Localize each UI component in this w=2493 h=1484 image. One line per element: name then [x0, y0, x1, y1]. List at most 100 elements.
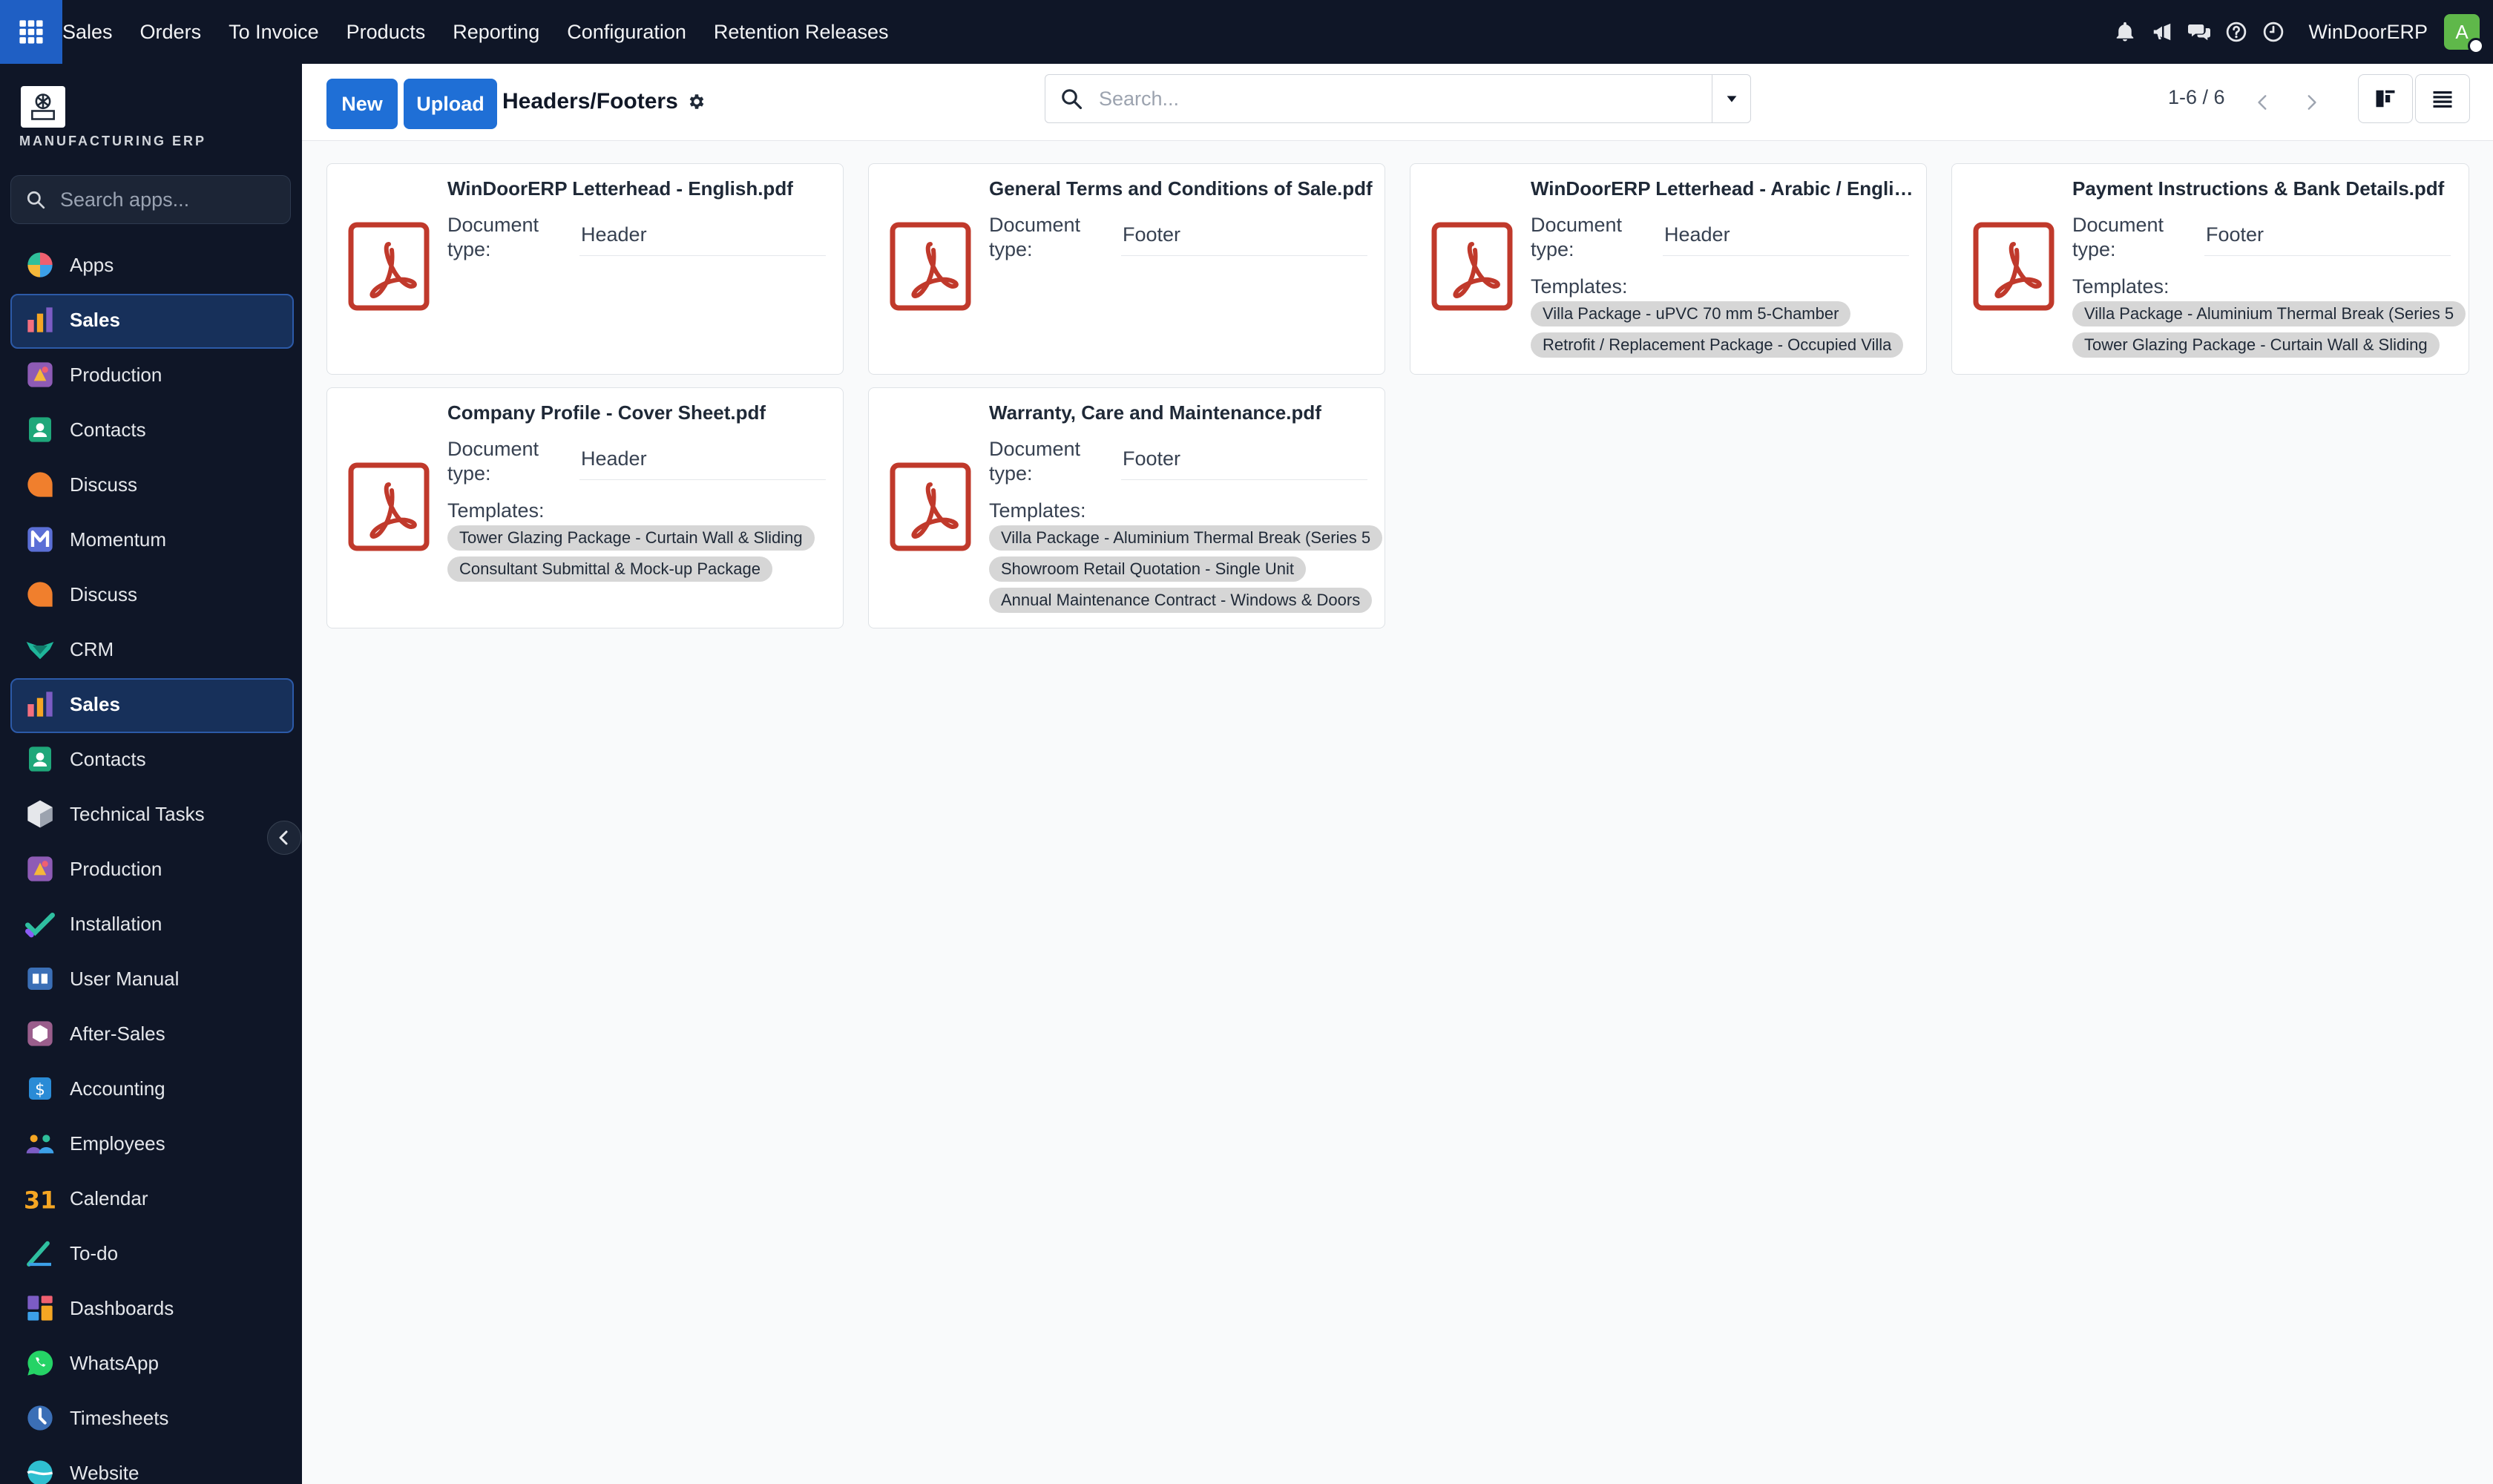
- label-line-1: Document: [1531, 214, 1623, 236]
- template-tag[interactable]: Villa Package - Aluminium Thermal Break …: [2072, 301, 2466, 326]
- label-line-1: Document: [989, 214, 1081, 236]
- website-icon: [25, 1458, 55, 1484]
- sidebar-item-production[interactable]: Production: [0, 347, 302, 402]
- pdf-file-icon: [1973, 222, 2054, 311]
- top-menu-retention-releases[interactable]: Retention Releases: [714, 21, 889, 44]
- user-avatar[interactable]: A: [2444, 14, 2484, 54]
- app-search[interactable]: [10, 175, 291, 224]
- kanban-card[interactable]: WinDoorERP Letterhead - Arabic / English…: [1410, 163, 1927, 375]
- sidebar-collapse-button[interactable]: [267, 821, 301, 855]
- kanban-card[interactable]: Warranty, Care and Maintenance.pdf Docum…: [868, 387, 1385, 628]
- sidebar-item-todo[interactable]: To-do: [0, 1226, 302, 1281]
- upload-button[interactable]: Upload: [404, 79, 497, 129]
- template-tag[interactable]: Retrofit / Replacement Package - Occupie…: [1531, 332, 1904, 358]
- company-logo: [21, 86, 65, 128]
- search-bar[interactable]: [1045, 74, 1751, 123]
- whatsapp-icon: [25, 1348, 55, 1378]
- sidebar-item-timesheets[interactable]: Timesheets: [0, 1391, 302, 1445]
- top-menu-orders[interactable]: Orders: [140, 21, 202, 44]
- pager-value[interactable]: 1-6 / 6: [2168, 86, 2225, 109]
- search-options-toggle[interactable]: [1712, 75, 1750, 122]
- kanban-view-button[interactable]: [2358, 74, 2413, 123]
- sidebar-item-employees[interactable]: Employees: [0, 1116, 302, 1171]
- templates-label: Templates:: [447, 499, 545, 522]
- chevron-right-icon: [2308, 95, 2316, 110]
- chevron-left-icon: [279, 830, 288, 845]
- template-tag[interactable]: Tower Glazing Package - Curtain Wall & S…: [2072, 332, 2440, 358]
- template-tag[interactable]: Consultant Submittal & Mock-up Package: [447, 556, 772, 582]
- technical-tasks-icon: [25, 799, 55, 829]
- kanban-card[interactable]: Company Profile - Cover Sheet.pdf Docume…: [326, 387, 844, 628]
- sidebar-item-label: Sales: [70, 692, 120, 715]
- app-menu: Apps Sales Production Contacts Discuss M…: [0, 237, 302, 1484]
- template-tags: Villa Package - Aluminium Thermal Break …: [2072, 301, 2469, 364]
- label-line-1: Document: [447, 438, 539, 460]
- company-switcher[interactable]: WinDoorERP: [2308, 21, 2428, 44]
- template-tags: Tower Glazing Package - Curtain Wall & S…: [447, 525, 843, 588]
- pdf-file-icon: [348, 222, 430, 311]
- sidebar-item-label: Calendar: [70, 1186, 148, 1209]
- chat-icon[interactable]: [2187, 19, 2212, 45]
- sidebar-item-label: Timesheets: [70, 1406, 169, 1429]
- label-line-2: type:: [989, 462, 1033, 485]
- document-type-value: Footer: [1121, 223, 1367, 256]
- sidebar-item-accounting[interactable]: $ Accounting: [0, 1061, 302, 1116]
- sidebar-item-user-manual[interactable]: User Manual: [0, 951, 302, 1006]
- card-title: WinDoorERP Letterhead - English.pdf: [447, 177, 793, 200]
- top-menu-products[interactable]: Products: [346, 21, 426, 44]
- label-line-1: Document: [2072, 214, 2164, 236]
- app-grid-button[interactable]: [0, 0, 62, 64]
- megaphone-icon[interactable]: [2149, 19, 2175, 45]
- sidebar-item-installation[interactable]: Installation: [0, 896, 302, 951]
- bell-icon[interactable]: [2112, 19, 2138, 45]
- sidebar-item-label: To-do: [70, 1241, 119, 1264]
- top-menu-reporting[interactable]: Reporting: [453, 21, 539, 44]
- help-icon[interactable]: [2224, 19, 2249, 45]
- pager-next-button[interactable]: [2290, 80, 2332, 125]
- sidebar-item-sales-2[interactable]: Sales: [0, 677, 302, 733]
- pager-previous-button[interactable]: [2242, 80, 2284, 125]
- templates-label: Templates:: [2072, 275, 2170, 298]
- sidebar-item-apps[interactable]: Apps: [0, 237, 302, 292]
- template-tag[interactable]: Villa Package - uPVC 70 mm 5-Chamber: [1531, 301, 1851, 326]
- top-menu-sales[interactable]: Sales: [62, 21, 113, 44]
- sidebar-item-after-sales[interactable]: After-Sales: [0, 1006, 302, 1061]
- kanban-icon: [2376, 90, 2395, 108]
- clock-icon[interactable]: [2261, 19, 2286, 45]
- app-search-input[interactable]: [60, 188, 283, 211]
- sidebar-item-production-2[interactable]: Production: [0, 841, 302, 896]
- template-tag[interactable]: Tower Glazing Package - Curtain Wall & S…: [447, 525, 815, 551]
- sidebar-item-whatsapp[interactable]: WhatsApp: [0, 1336, 302, 1391]
- list-view-button[interactable]: [2415, 74, 2470, 123]
- gear-icon[interactable]: [687, 92, 706, 111]
- sidebar-item-momentum[interactable]: Momentum: [0, 512, 302, 567]
- sidebar-item-discuss[interactable]: Discuss: [0, 457, 302, 512]
- kanban-card[interactable]: General Terms and Conditions of Sale.pdf…: [868, 163, 1385, 375]
- template-tag[interactable]: Showroom Retail Quotation - Single Unit: [989, 556, 1306, 582]
- list-icon: [2433, 91, 2452, 108]
- document-type-label: Document type:: [447, 213, 559, 262]
- top-menu-to-invoice[interactable]: To Invoice: [229, 21, 319, 44]
- sidebar-item-contacts-2[interactable]: Contacts: [0, 732, 302, 787]
- sidebar-item-sales[interactable]: Sales: [0, 292, 302, 349]
- document-type-value: Footer: [1121, 447, 1367, 480]
- sidebar-item-technical-tasks[interactable]: Technical Tasks: [0, 787, 302, 841]
- kanban-card[interactable]: WinDoorERP Letterhead - English.pdf Docu…: [326, 163, 844, 375]
- search-input[interactable]: [1099, 87, 1692, 111]
- template-tag[interactable]: Annual Maintenance Contract - Windows & …: [989, 588, 1373, 613]
- sidebar-item-contacts[interactable]: Contacts: [0, 402, 302, 457]
- sidebar-item-discuss-2[interactable]: Discuss: [0, 567, 302, 622]
- top-menu-configuration[interactable]: Configuration: [567, 21, 686, 44]
- document-type-label: Document type:: [989, 213, 1100, 262]
- kanban-card[interactable]: Payment Instructions & Bank Details.pdf …: [1951, 163, 2469, 375]
- apps-pie-icon: [25, 250, 55, 280]
- avatar-letter: A: [2455, 20, 2469, 43]
- sidebar-item-calendar[interactable]: 31 Calendar: [0, 1171, 302, 1226]
- new-button[interactable]: New: [326, 79, 398, 129]
- sidebar-item-label: Production: [70, 857, 162, 880]
- sidebar-item-website[interactable]: Website: [0, 1445, 302, 1484]
- sidebar-item-label: Discuss: [70, 582, 138, 605]
- sidebar-item-crm[interactable]: CRM: [0, 622, 302, 677]
- template-tag[interactable]: Villa Package - Aluminium Thermal Break …: [989, 525, 1383, 551]
- sidebar-item-dashboards[interactable]: Dashboards: [0, 1281, 302, 1336]
